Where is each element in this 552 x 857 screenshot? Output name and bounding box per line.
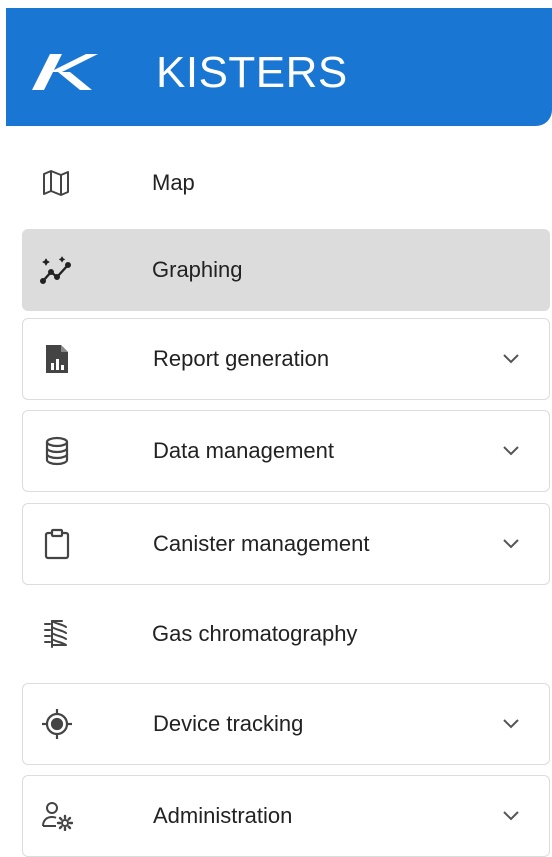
nav-label-gas-chromatography: Gas chromatography — [152, 621, 358, 646]
nav-item-gas-chromatography[interactable]: Gas chromatography — [22, 593, 550, 675]
user-settings-icon — [39, 798, 75, 834]
chevron-down-icon[interactable] — [499, 347, 523, 371]
nav-label-report-generation: Report generation — [153, 346, 330, 371]
nav-label-graphing: Graphing — [152, 257, 243, 282]
nav-item-graphing[interactable]: Graphing — [22, 229, 550, 311]
nav-item-device-tracking[interactable]: Device tracking — [22, 683, 550, 765]
nav-item-report-generation[interactable]: Report generation — [22, 318, 550, 400]
chevron-down-icon[interactable] — [499, 532, 523, 556]
nav-item-canister-management[interactable]: Canister management — [22, 503, 550, 585]
clipboard-icon — [39, 526, 75, 562]
graphing-icon — [38, 252, 74, 288]
nav-label-map: Map — [152, 170, 195, 195]
nav-item-map[interactable]: Map — [22, 142, 550, 224]
chevron-down-icon[interactable] — [499, 712, 523, 736]
target-icon — [39, 706, 75, 742]
report-icon — [39, 341, 75, 377]
nav-label-canister-management: Canister management — [153, 531, 370, 556]
kisters-logo-icon[interactable] — [28, 52, 100, 92]
chevron-down-icon[interactable] — [499, 804, 523, 828]
chromatography-icon — [38, 616, 74, 652]
nav-label-data-management: Data management — [153, 438, 334, 463]
map-icon — [38, 165, 74, 201]
brand-name: KISTERS — [156, 48, 348, 97]
app-header: KISTERS — [6, 8, 552, 126]
nav-label-device-tracking: Device tracking — [153, 711, 304, 736]
nav-item-data-management[interactable]: Data management — [22, 410, 550, 492]
nav-label-administration: Administration — [153, 803, 293, 828]
database-icon — [39, 433, 75, 469]
nav-item-administration[interactable]: Administration — [22, 775, 550, 857]
chevron-down-icon[interactable] — [499, 439, 523, 463]
